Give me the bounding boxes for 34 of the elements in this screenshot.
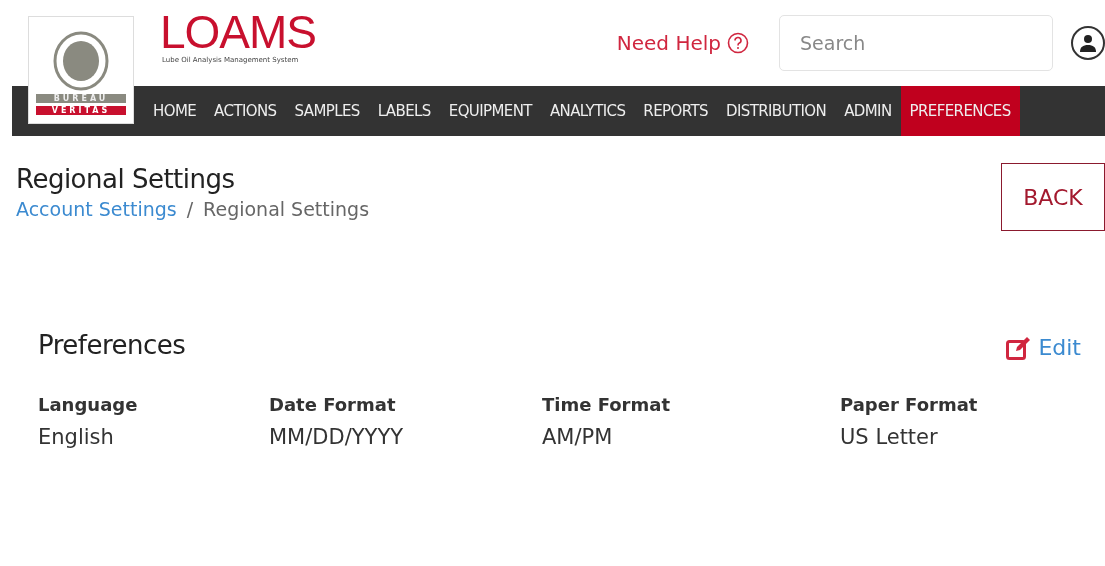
help-link[interactable]: Need Help [616, 31, 749, 55]
field-label: Time Format [542, 394, 671, 415]
breadcrumb-current: Regional Settings [203, 198, 370, 220]
breadcrumb-separator: / [186, 198, 194, 220]
field-value: English [38, 425, 115, 449]
nav-tab[interactable]: PREFERENCES [900, 86, 1020, 136]
breadcrumb-link[interactable]: Account Settings [16, 198, 177, 220]
nav-tab[interactable]: ACTIONS [205, 86, 286, 136]
field-label: Language [38, 394, 139, 415]
section-title: Preferences [38, 329, 186, 360]
search-field[interactable]: Search [779, 15, 1053, 71]
nav-tab[interactable]: EQUIPMENT [439, 86, 541, 136]
nav-tab[interactable]: ADMIN [835, 86, 901, 136]
logo-text: LOAMS [160, 8, 317, 56]
user-icon[interactable] [1071, 26, 1105, 60]
edit-link[interactable]: Edit [1006, 335, 1081, 360]
nav-tab[interactable]: DISTRIBUTION [716, 86, 836, 136]
seal-icon [52, 31, 110, 91]
field-value: AM/PM [542, 425, 614, 449]
field-label: Paper Format [840, 394, 979, 415]
nav-tab[interactable]: LABELS [368, 86, 440, 136]
field-label: Date Format [269, 394, 397, 415]
help-icon [727, 32, 749, 54]
field-value: MM/DD/YYYY [269, 425, 405, 449]
nav-tab[interactable]: SAMPLES [285, 86, 369, 136]
nav-tab[interactable]: REPORTS [634, 86, 717, 136]
badge-text: BUREAU [36, 94, 126, 103]
nav-tab[interactable]: HOME [144, 86, 206, 136]
edit-icon [1006, 335, 1033, 360]
badge-text: VERITAS [36, 106, 126, 115]
page-title: Regional Settings [16, 164, 236, 194]
back-button[interactable]: BACK [1001, 163, 1105, 231]
field-value: US Letter [840, 425, 939, 449]
nav-tab[interactable]: ANALYTICS [540, 86, 635, 136]
